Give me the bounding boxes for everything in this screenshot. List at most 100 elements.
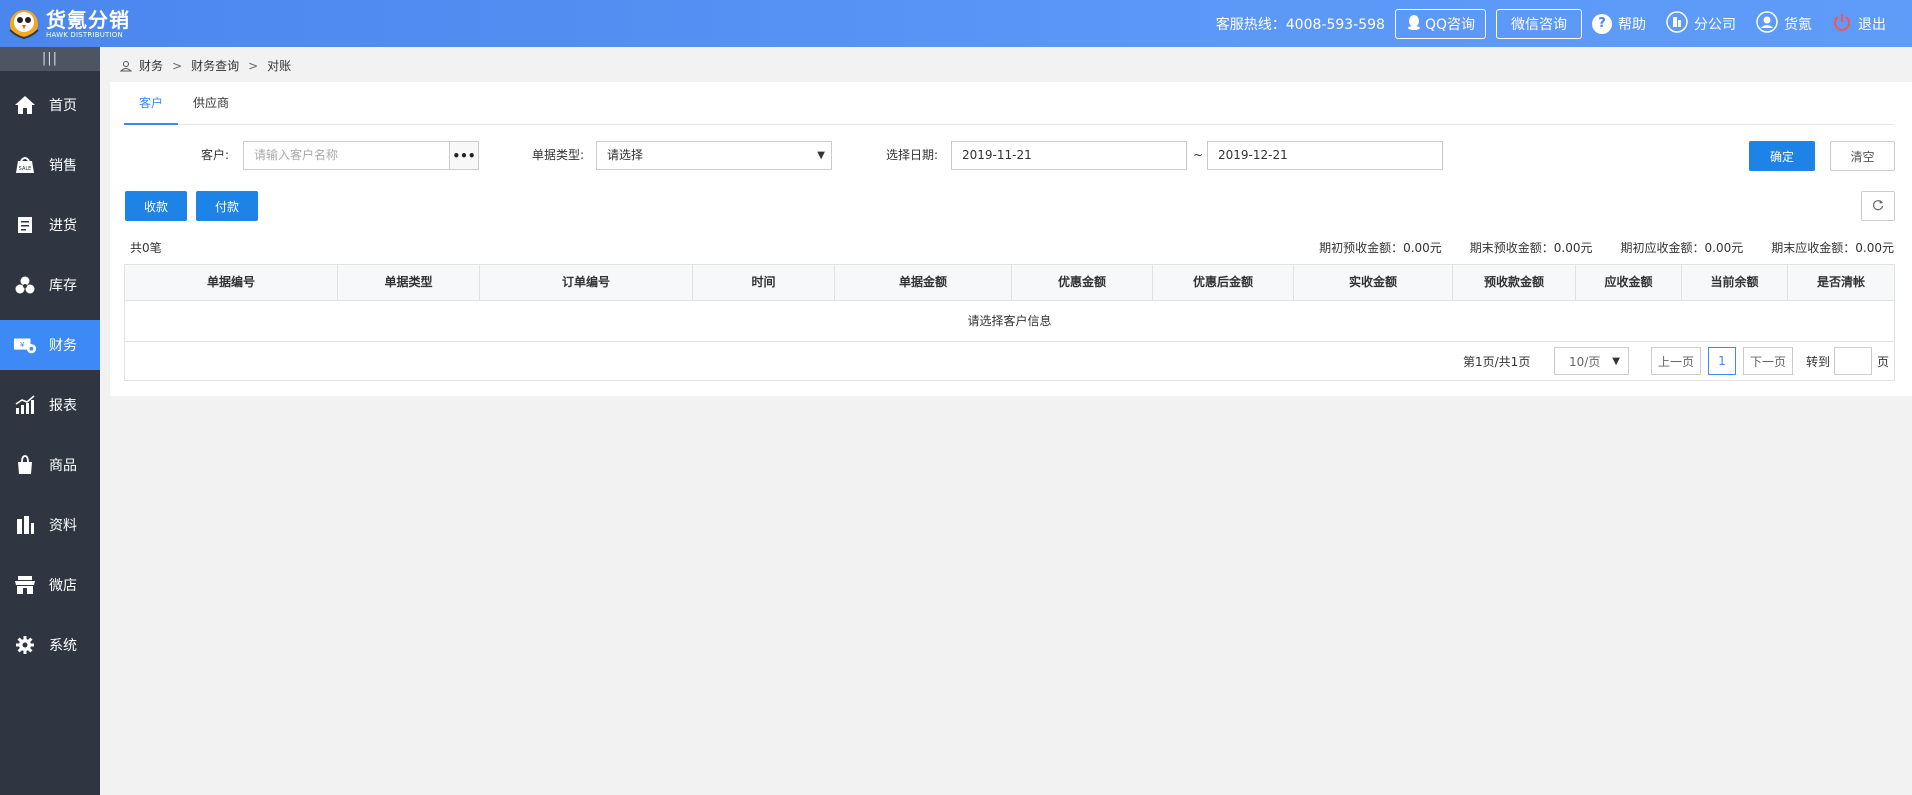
sidebar-item-inventory[interactable]: 库存: [0, 260, 100, 310]
help-link[interactable]: ? 帮助: [1592, 13, 1646, 34]
customer-picker-button[interactable]: •••: [449, 141, 479, 170]
opening-prepaid-amount: 期初预收金额：0.00元: [1319, 241, 1442, 255]
sidebar-item-shop[interactable]: 微店: [0, 560, 100, 610]
confirm-button[interactable]: 确定: [1749, 141, 1815, 171]
shop-icon: [13, 573, 37, 597]
closing-prepaid-amount: 期末预收金额：0.00元: [1469, 241, 1593, 255]
date-to-input[interactable]: 2019-12-21: [1207, 141, 1443, 170]
logout-link[interactable]: 退出: [1832, 12, 1886, 36]
sidebar-item-label: 库存: [49, 278, 77, 294]
doc-type-label: 单据类型:: [532, 148, 585, 162]
sidebar: ||| 首页 SALE 销售 进货 库存 ¥ 财务 报表 商品 资料 微店 系统: [0, 47, 100, 795]
qq-consult-button[interactable]: QQ咨询: [1394, 8, 1486, 39]
service-hotline: 客服热线：4008-593-598: [1215, 16, 1385, 33]
page-size-select[interactable]: 10/页 ▼: [1554, 347, 1629, 375]
caret-down-icon: ▼: [817, 150, 825, 161]
user-avatar-icon: [1756, 10, 1778, 37]
doc-type-value: 请选择: [607, 148, 644, 162]
logo-title: 货氪分销: [46, 7, 130, 32]
receive-payment-button[interactable]: 收款: [125, 191, 187, 221]
column-header: 时间: [693, 265, 835, 300]
refresh-button[interactable]: [1861, 191, 1895, 221]
sidebar-item-goods[interactable]: 商品: [0, 440, 100, 490]
prev-page-button[interactable]: 上一页: [1651, 347, 1701, 375]
sidebar-item-home[interactable]: 首页: [0, 80, 100, 130]
breadcrumb-item-finance[interactable]: 财务: [139, 57, 163, 74]
customer-input[interactable]: 请输入客户名称: [243, 141, 450, 170]
date-separator: ~: [1193, 148, 1204, 162]
purchase-icon: [13, 213, 37, 237]
page-size-value: 10/页: [1569, 354, 1601, 369]
goto-label: 转到: [1806, 354, 1831, 369]
data-icon: [13, 513, 37, 537]
home-icon: [13, 93, 37, 117]
reconciliation-table: 单据编号 单据类型 订单编号 时间 单据金额 优惠金额 优惠后金额 实收金额 预…: [124, 264, 1895, 381]
branch-label: 分公司: [1694, 16, 1736, 33]
sidebar-toggle[interactable]: |||: [0, 47, 100, 71]
date-label: 选择日期:: [886, 148, 939, 162]
date-from-input[interactable]: 2019-11-21: [951, 141, 1187, 170]
breadcrumb-item-reconcile: 对账: [267, 59, 292, 73]
sales-icon: SALE: [13, 153, 37, 177]
logout-label: 退出: [1858, 16, 1886, 33]
sidebar-item-label: 商品: [49, 458, 77, 474]
breadcrumb: 财务 > 财务查询 > 对账: [120, 57, 291, 74]
page-info: 第1页/共1页: [1463, 354, 1531, 369]
doc-type-select[interactable]: 请选择 ▼: [596, 141, 832, 170]
user-menu[interactable]: 货氪: [1756, 10, 1812, 37]
table-empty-message: 请选择客户信息: [125, 301, 1894, 342]
qq-icon: [1406, 14, 1422, 34]
sidebar-item-report[interactable]: 报表: [0, 380, 100, 430]
wechat-consult-label: 微信咨询: [1511, 16, 1567, 33]
logo-subtitle: HAWK DISTRIBUTION: [46, 30, 123, 39]
column-header: 实收金额: [1294, 265, 1453, 300]
refresh-icon: [1872, 199, 1884, 214]
more-dots-icon: •••: [452, 148, 476, 163]
qq-consult-label: QQ咨询: [1424, 16, 1475, 33]
sidebar-item-label: 财务: [49, 338, 77, 354]
tab-supplier[interactable]: 供应商: [178, 82, 244, 125]
summary-totals: 期初预收金额：0.00元 期末预收金额：0.00元 期初应收金额：0.00元 期…: [1291, 239, 1894, 256]
column-header: 预收款金额: [1453, 265, 1576, 300]
branch-link[interactable]: 分公司: [1666, 10, 1736, 37]
breadcrumb-item-finance-query[interactable]: 财务查询: [191, 57, 239, 74]
sidebar-item-label: 资料: [49, 518, 77, 534]
goto-page-input[interactable]: [1834, 347, 1872, 375]
tab-customer[interactable]: 客户: [124, 82, 179, 125]
sidebar-item-label: 首页: [49, 98, 77, 114]
column-header: 是否清帐: [1816, 275, 1865, 289]
customer-label: 客户:: [201, 148, 230, 162]
next-page-button[interactable]: 下一页: [1743, 347, 1793, 375]
clear-button[interactable]: 清空: [1830, 141, 1895, 171]
column-header: 当前余额: [1682, 265, 1788, 300]
page-number-current[interactable]: 1: [1708, 347, 1736, 375]
inventory-icon: [13, 273, 37, 297]
make-payment-button[interactable]: 付款: [196, 191, 258, 221]
pagination: 第1页/共1页 10/页 ▼ 上一页 1 下一页 转到 页: [125, 342, 1894, 380]
sidebar-item-label: 微店: [49, 578, 77, 594]
sidebar-item-data[interactable]: 资料: [0, 500, 100, 550]
column-header: 优惠后金额: [1153, 265, 1294, 300]
sidebar-item-sales[interactable]: SALE 销售: [0, 140, 100, 190]
app-logo[interactable]: 货氪分销 HAWK DISTRIBUTION: [6, 6, 130, 42]
sidebar-item-purchase[interactable]: 进货: [0, 200, 100, 250]
sidebar-item-settings[interactable]: 系统: [0, 620, 100, 670]
sidebar-item-label: 进货: [49, 218, 77, 234]
wechat-consult-button[interactable]: 微信咨询: [1496, 8, 1582, 39]
building-icon: [1666, 10, 1688, 37]
finance-icon: ¥: [13, 333, 37, 357]
goto-suffix: 页: [1877, 354, 1890, 369]
record-count: 共0笔: [130, 241, 162, 255]
svg-text:SALE: SALE: [19, 166, 32, 172]
help-icon: ?: [1592, 13, 1612, 34]
closing-receivable-amount: 期末应收金额：0.00元: [1771, 241, 1894, 255]
help-label: 帮助: [1618, 16, 1646, 33]
hawk-logo-icon: [6, 6, 42, 42]
settings-icon: [13, 633, 37, 657]
opening-receivable-amount: 期初应收金额：0.00元: [1620, 241, 1744, 255]
goods-icon: [13, 453, 37, 477]
column-header: 单据编号: [125, 265, 338, 300]
power-icon: [1832, 12, 1852, 36]
sidebar-item-finance[interactable]: ¥ 财务: [0, 320, 100, 370]
column-header: 优惠金额: [1012, 265, 1153, 300]
